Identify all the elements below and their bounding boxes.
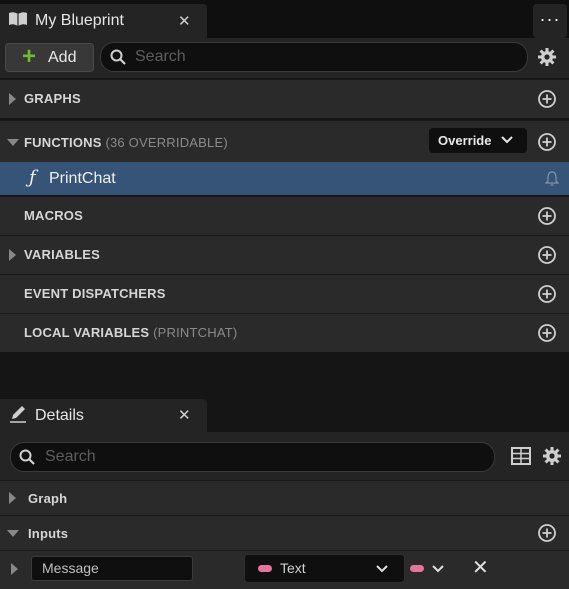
details-search-input[interactable]: Search (10, 442, 495, 472)
tab-title: My Blueprint (35, 12, 124, 29)
book-icon (8, 11, 28, 32)
section-label: MACROS (24, 208, 83, 223)
parameter-type-dropdown[interactable]: Text (244, 554, 405, 583)
section-functions[interactable]: FUNCTIONS (36 OVERRIDABLE) Override (0, 120, 569, 162)
add-macro-icon[interactable] (537, 206, 557, 231)
search-placeholder: Search (45, 448, 96, 465)
override-dropdown[interactable]: Override (429, 128, 527, 153)
search-input[interactable]: Search (100, 42, 528, 72)
tab-bar: My Blueprint ✕ ··· (0, 0, 569, 38)
add-input-icon[interactable] (537, 523, 557, 548)
options-menu-button[interactable]: ··· (533, 4, 567, 38)
chevron-down-icon (432, 565, 444, 573)
local-variables-scope: (PRINTCHAT) (153, 325, 238, 340)
expand-arrow-icon[interactable] (9, 93, 16, 105)
remove-parameter-icon[interactable]: ✕ (472, 555, 489, 580)
parameter-name-value: Message (42, 560, 99, 576)
gear-icon[interactable] (542, 446, 562, 471)
parameter-type-label: Text (280, 560, 306, 576)
expand-arrow-icon[interactable] (9, 492, 16, 504)
close-icon[interactable]: ✕ (178, 406, 191, 424)
functions-count: (36 OVERRIDABLE) (105, 135, 228, 150)
add-graph-icon[interactable] (537, 89, 557, 114)
add-button-label: Add (48, 49, 77, 66)
search-icon (19, 449, 35, 470)
function-item-printchat[interactable]: ƒ PrintChat (0, 162, 569, 195)
function-icon: ƒ (29, 167, 36, 188)
expand-arrow-icon[interactable] (11, 563, 18, 575)
local-variables-label: LOCAL VARIABLES (24, 325, 150, 340)
category-graph[interactable]: Graph (0, 480, 569, 515)
section-variables[interactable]: VARIABLES (0, 235, 569, 274)
section-macros[interactable]: MACROS (0, 196, 569, 235)
section-label: LOCAL VARIABLES (PRINTCHAT) (24, 325, 237, 340)
section-label: FUNCTIONS (36 OVERRIDABLE) (24, 135, 228, 150)
chevron-down-icon (501, 136, 513, 144)
category-inputs[interactable]: Inputs (0, 515, 569, 550)
gear-icon[interactable] (537, 47, 557, 72)
tab-title: Details (35, 407, 84, 424)
expand-arrow-icon[interactable] (9, 249, 16, 261)
category-label: Graph (28, 491, 68, 506)
chevron-down-icon (376, 565, 388, 573)
toolbar: + Add Search (0, 38, 569, 78)
section-graphs[interactable]: GRAPHS (0, 79, 569, 118)
details-panel: Search Graph Inputs Message Text ✕ (0, 432, 569, 589)
override-label: Override (438, 133, 492, 148)
bell-icon[interactable] (544, 171, 560, 192)
pin-type-icon (410, 565, 424, 572)
section-label: VARIABLES (24, 247, 100, 262)
section-event-dispatchers[interactable]: EVENT DISPATCHERS (0, 274, 569, 313)
collapse-arrow-icon[interactable] (7, 139, 19, 146)
search-icon (110, 49, 126, 70)
add-local-variable-icon[interactable] (537, 323, 557, 348)
collapse-arrow-icon[interactable] (7, 530, 19, 537)
table-view-icon[interactable] (511, 447, 531, 470)
empty-area (0, 352, 569, 398)
section-label: GRAPHS (24, 91, 81, 106)
category-label: Inputs (28, 526, 69, 541)
add-event-dispatcher-icon[interactable] (537, 284, 557, 309)
add-function-icon[interactable] (537, 132, 557, 157)
tab-details[interactable]: Details ✕ (0, 399, 207, 432)
section-local-variables[interactable]: LOCAL VARIABLES (PRINTCHAT) (0, 313, 569, 352)
container-type-dropdown[interactable] (408, 555, 448, 581)
add-variable-icon[interactable] (537, 245, 557, 270)
function-name: PrintChat (49, 170, 116, 187)
functions-label: FUNCTIONS (24, 135, 102, 150)
pencil-icon (8, 404, 28, 429)
add-button[interactable]: + Add (5, 43, 94, 72)
plus-icon: + (22, 43, 37, 70)
parameter-name-field[interactable]: Message (31, 556, 193, 581)
search-placeholder: Search (135, 48, 186, 65)
input-parameter-row: Message Text ✕ (0, 550, 569, 589)
tab-my-blueprint[interactable]: My Blueprint ✕ (0, 4, 207, 38)
pin-type-icon (258, 565, 272, 572)
close-icon[interactable]: ✕ (178, 12, 191, 30)
section-label: EVENT DISPATCHERS (24, 286, 166, 301)
